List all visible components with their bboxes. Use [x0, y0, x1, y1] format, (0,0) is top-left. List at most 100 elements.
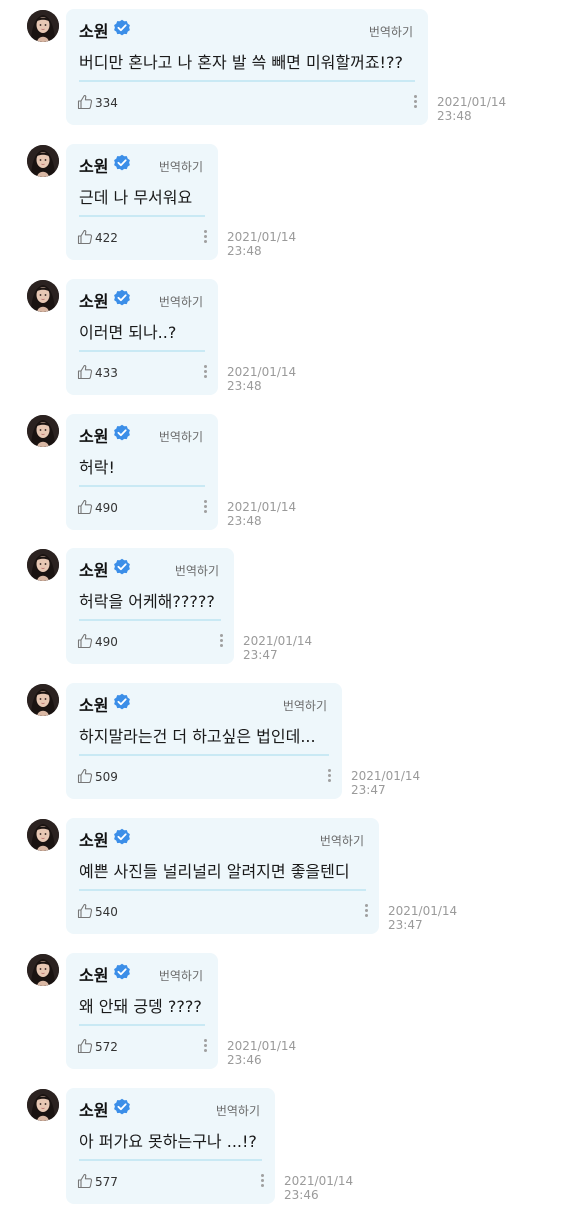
- verified-check-icon: [114, 828, 130, 845]
- timestamp: 2021/01/14 23:48: [437, 95, 506, 123]
- message-bubble: 소원 번역하기 근데 나 무서워요 422: [66, 144, 218, 260]
- translate-button[interactable]: 번역하기: [216, 1102, 260, 1119]
- message-item: 소원 번역하기 버디만 혼나고 나 혼자 발 쓱 빼면 미워할꺼죠!?? 334…: [0, 0, 571, 135]
- sender-name[interactable]: 소원: [79, 557, 108, 581]
- message-text: 이러면 되나..?: [79, 323, 177, 342]
- like-count: 490: [95, 501, 118, 515]
- timestamp-date: 2021/01/14: [284, 1174, 354, 1188]
- sender-name[interactable]: 소원: [79, 288, 108, 312]
- message-item: 소원 번역하기 왜 안돼 긍뎅 ???? 572 2021/01/14 23:4…: [0, 944, 571, 1079]
- divider: [79, 1159, 262, 1161]
- more-vertical-icon[interactable]: [201, 228, 209, 244]
- translate-button[interactable]: 번역하기: [283, 697, 327, 714]
- divider: [79, 754, 329, 756]
- timestamp: 2021/01/14 23:48: [227, 365, 296, 393]
- timestamp-time: 23:48: [227, 244, 262, 258]
- like-count: 577: [95, 1175, 118, 1189]
- more-vertical-icon[interactable]: [325, 767, 333, 783]
- like-count: 433: [95, 366, 118, 380]
- sender-name[interactable]: 소원: [79, 153, 108, 177]
- sender-name[interactable]: 소원: [79, 692, 108, 716]
- more-vertical-icon[interactable]: [411, 93, 419, 109]
- message-text: 하지말라는건 더 하고싶은 법인데...: [79, 727, 316, 746]
- more-vertical-icon[interactable]: [201, 1037, 209, 1053]
- thumbs-up-icon[interactable]: [77, 633, 93, 649]
- translate-button[interactable]: 번역하기: [320, 832, 364, 849]
- message-text: 허락!: [79, 458, 115, 477]
- message-bubble: 소원 번역하기 아 퍼가요 못하는구나 ...!? 577: [66, 1088, 275, 1204]
- avatar[interactable]: [27, 954, 59, 986]
- thumbs-up-icon[interactable]: [77, 768, 93, 784]
- verified-check-icon: [114, 963, 130, 980]
- translate-button[interactable]: 번역하기: [159, 158, 203, 175]
- divider: [79, 215, 205, 217]
- more-vertical-icon[interactable]: [362, 902, 370, 918]
- avatar[interactable]: [27, 280, 59, 312]
- translate-button[interactable]: 번역하기: [369, 23, 413, 40]
- message-text: 근데 나 무서워요: [79, 188, 193, 207]
- divider: [79, 350, 205, 352]
- message-item: 소원 번역하기 허락을 어케해????? 490 2021/01/14 23:4…: [0, 539, 571, 674]
- timestamp-time: 23:47: [388, 918, 423, 932]
- timestamp-date: 2021/01/14: [227, 1039, 297, 1053]
- message-item: 소원 번역하기 근데 나 무서워요 422 2021/01/14 23:48: [0, 135, 571, 270]
- message-text: 왜 안돼 긍뎅 ????: [79, 997, 202, 1016]
- timestamp: 2021/01/14 23:47: [388, 904, 457, 932]
- message-text: 허락을 어케해?????: [79, 592, 215, 611]
- thumbs-up-icon[interactable]: [77, 94, 93, 110]
- translate-button[interactable]: 번역하기: [175, 562, 219, 579]
- avatar[interactable]: [27, 145, 59, 177]
- avatar[interactable]: [27, 1089, 59, 1121]
- verified-check-icon: [114, 558, 130, 575]
- message-bubble: 소원 번역하기 허락을 어케해????? 490: [66, 548, 234, 664]
- verified-check-icon: [114, 19, 130, 36]
- thumbs-up-icon[interactable]: [77, 903, 93, 919]
- like-count: 422: [95, 231, 118, 245]
- timestamp-date: 2021/01/14: [351, 769, 421, 783]
- translate-button[interactable]: 번역하기: [159, 967, 203, 984]
- divider: [79, 485, 205, 487]
- message-bubble: 소원 번역하기 하지말라는건 더 하고싶은 법인데... 509: [66, 683, 342, 799]
- avatar[interactable]: [27, 415, 59, 447]
- more-vertical-icon[interactable]: [201, 498, 209, 514]
- timestamp: 2021/01/14 23:47: [243, 634, 312, 662]
- thumbs-up-icon[interactable]: [77, 1173, 93, 1189]
- message-item: 소원 번역하기 하지말라는건 더 하고싶은 법인데... 509 2021/01…: [0, 674, 571, 809]
- sender-name[interactable]: 소원: [79, 1097, 108, 1121]
- timestamp-time: 23:47: [351, 783, 386, 797]
- timestamp: 2021/01/14 23:46: [284, 1174, 353, 1202]
- verified-check-icon: [114, 424, 130, 441]
- message-bubble: 소원 번역하기 허락! 490: [66, 414, 218, 530]
- avatar[interactable]: [27, 10, 59, 42]
- sender-name[interactable]: 소원: [79, 423, 108, 447]
- divider: [79, 80, 415, 82]
- more-vertical-icon[interactable]: [258, 1172, 266, 1188]
- message-text: 버디만 혼나고 나 혼자 발 쓱 빼면 미워할꺼죠!??: [79, 53, 403, 72]
- more-vertical-icon[interactable]: [201, 363, 209, 379]
- message-text: 예쁜 사진들 널리널리 알려지면 좋을텐디: [79, 862, 350, 881]
- timestamp-time: 23:48: [227, 379, 262, 393]
- translate-button[interactable]: 번역하기: [159, 428, 203, 445]
- divider: [79, 1024, 205, 1026]
- sender-name[interactable]: 소원: [79, 827, 108, 851]
- timestamp-time: 23:48: [227, 514, 262, 528]
- message-item: 소원 번역하기 허락! 490 2021/01/14 23:48: [0, 405, 571, 540]
- sender-name[interactable]: 소원: [79, 962, 108, 986]
- timestamp-date: 2021/01/14: [227, 500, 297, 514]
- avatar[interactable]: [27, 549, 59, 581]
- thumbs-up-icon[interactable]: [77, 1038, 93, 1054]
- thumbs-up-icon[interactable]: [77, 364, 93, 380]
- timestamp: 2021/01/14 23:48: [227, 230, 296, 258]
- avatar[interactable]: [27, 819, 59, 851]
- translate-button[interactable]: 번역하기: [159, 293, 203, 310]
- more-vertical-icon[interactable]: [217, 632, 225, 648]
- timestamp-date: 2021/01/14: [227, 230, 297, 244]
- like-count: 334: [95, 96, 118, 110]
- thumbs-up-icon[interactable]: [77, 499, 93, 515]
- avatar[interactable]: [27, 684, 59, 716]
- message-item: 소원 번역하기 예쁜 사진들 널리널리 알려지면 좋을텐디 540 2021/0…: [0, 809, 571, 944]
- message-text: 아 퍼가요 못하는구나 ...!?: [79, 1132, 257, 1151]
- thumbs-up-icon[interactable]: [77, 229, 93, 245]
- like-count: 572: [95, 1040, 118, 1054]
- sender-name[interactable]: 소원: [79, 18, 108, 42]
